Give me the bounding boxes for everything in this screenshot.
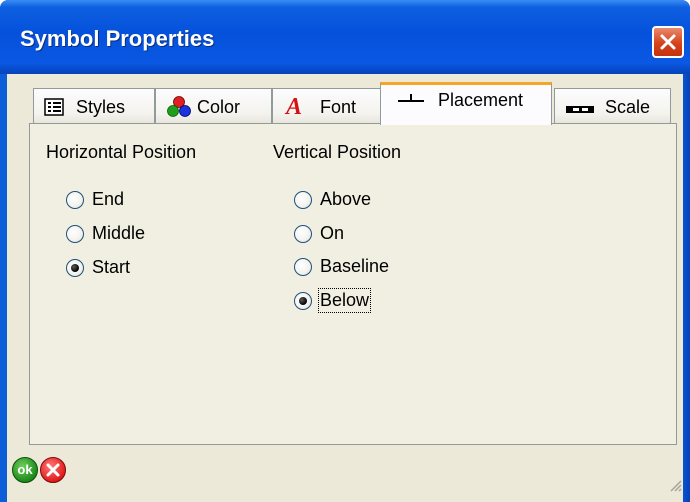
radio-on[interactable] bbox=[294, 225, 312, 243]
window-title: Symbol Properties bbox=[20, 26, 215, 51]
tab-styles[interactable]: Styles bbox=[33, 88, 155, 124]
font-a-icon: A bbox=[286, 94, 303, 120]
tab-label: Font bbox=[320, 97, 357, 117]
tab-color[interactable]: Color bbox=[155, 88, 272, 124]
tab-placement[interactable]: Placement bbox=[380, 82, 552, 125]
tab-label: Scale bbox=[605, 97, 651, 117]
radio-start-label[interactable]: Start bbox=[92, 257, 130, 278]
radio-end[interactable] bbox=[66, 191, 84, 209]
radio-on-label[interactable]: On bbox=[320, 223, 344, 244]
window-border bbox=[683, 74, 690, 502]
cancel-button[interactable] bbox=[40, 457, 66, 483]
close-button[interactable] bbox=[652, 26, 684, 58]
placement-panel: Horizontal Position Vertical Position En… bbox=[29, 123, 677, 445]
tab-label: Color bbox=[197, 97, 241, 117]
close-icon bbox=[660, 34, 676, 50]
resize-grip-icon[interactable] bbox=[668, 478, 682, 492]
dialog-client-area: Styles Color A Font Placement Scale Hori… bbox=[7, 74, 683, 502]
radio-below-label[interactable]: Below bbox=[317, 288, 372, 313]
radio-start[interactable] bbox=[66, 259, 84, 277]
ok-button[interactable]: ok bbox=[12, 457, 38, 483]
horizontal-position-label: Horizontal Position bbox=[46, 142, 197, 162]
vertical-position-label: Vertical Position bbox=[273, 142, 402, 162]
tab-font[interactable]: A Font bbox=[272, 88, 382, 124]
color-circles-icon bbox=[167, 96, 191, 123]
placement-icon bbox=[397, 92, 425, 113]
scale-icon bbox=[565, 100, 595, 121]
radio-below[interactable] bbox=[294, 292, 312, 310]
radio-baseline-label[interactable]: Baseline bbox=[320, 256, 389, 277]
radio-selected-dot bbox=[299, 297, 307, 305]
list-icon bbox=[44, 98, 64, 121]
close-icon bbox=[46, 463, 60, 477]
radio-above-label[interactable]: Above bbox=[320, 189, 371, 210]
radio-middle[interactable] bbox=[66, 225, 84, 243]
radio-above[interactable] bbox=[294, 191, 312, 209]
tab-label: Placement bbox=[438, 90, 524, 110]
radio-end-label[interactable]: End bbox=[92, 189, 124, 210]
tab-label: Styles bbox=[76, 97, 126, 117]
radio-selected-dot bbox=[71, 264, 79, 272]
symbol-properties-window: Symbol Properties Styles Color A Font Pl… bbox=[0, 0, 690, 502]
tab-scale[interactable]: Scale bbox=[554, 88, 671, 124]
radio-middle-label[interactable]: Middle bbox=[92, 223, 145, 244]
radio-baseline[interactable] bbox=[294, 258, 312, 276]
title-bar[interactable]: Symbol Properties bbox=[0, 0, 690, 74]
